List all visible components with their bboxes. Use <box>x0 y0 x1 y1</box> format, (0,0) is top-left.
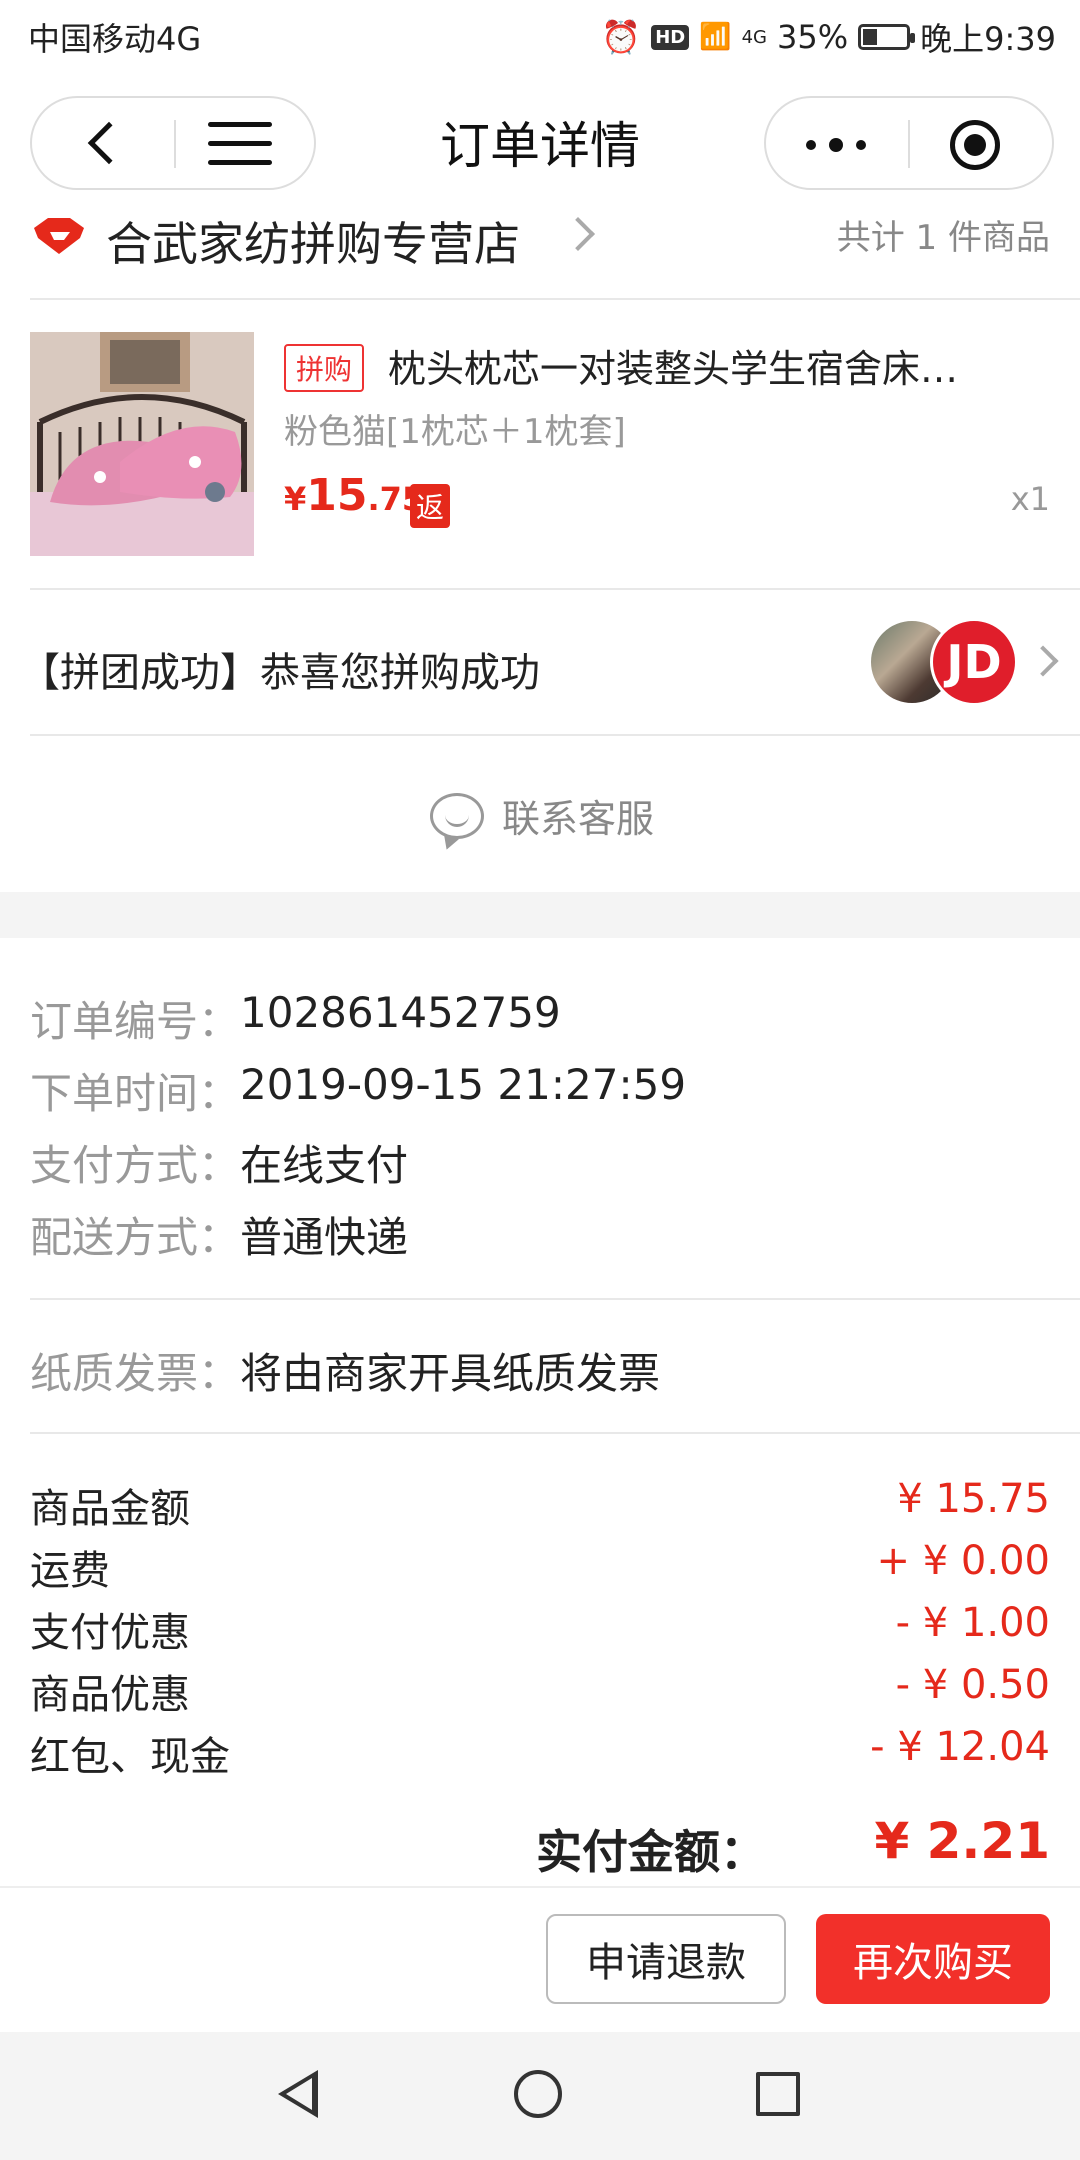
chevron-right-icon[interactable] <box>561 217 595 251</box>
page-title: 订单详情 <box>440 117 640 175</box>
delivery-method-value: 普通快递 <box>240 1213 409 1262</box>
divider <box>30 1432 1080 1434</box>
network-label: 4G <box>741 26 767 48</box>
avatar[interactable]: JD <box>930 618 1018 706</box>
price-integer: 15 <box>306 470 368 521</box>
divider <box>30 588 1080 590</box>
product-discount-value: - ¥ 0.50 <box>895 1662 1050 1708</box>
group-status-text: 【拼团成功】恭喜您拼购成功 <box>20 650 540 696</box>
close-miniapp-icon[interactable] <box>950 120 1000 170</box>
order-time-value: 2019-09-15 21:27:59 <box>240 1060 687 1109</box>
item-count: 共计 1 件商品 <box>836 218 1050 258</box>
payment-method-value: 在线支付 <box>240 1141 409 1190</box>
goods-amount-label: 商品金额 <box>30 1486 190 1532</box>
product-discount-label: 商品优惠 <box>30 1672 190 1718</box>
goods-amount-value: ¥ 15.75 <box>897 1476 1050 1522</box>
system-back-icon-inner <box>286 2078 312 2110</box>
payment-discount-value: - ¥ 1.00 <box>895 1600 1050 1646</box>
product-title[interactable]: 枕头枕芯一对装整头学生宿舍床… <box>388 338 1018 393</box>
contact-service-label: 联系客服 <box>502 797 655 841</box>
contact-service-button[interactable]: 联系客服 <box>430 788 654 843</box>
redpacket-cash-label: 红包、现金 <box>30 1734 230 1780</box>
total-paid-label: 实付金额： <box>536 1825 766 1879</box>
store-name[interactable]: 合武家纺拼购专营店 <box>106 208 520 274</box>
wifi-icon: 📶 <box>699 22 732 52</box>
product-quantity: x1 <box>1010 480 1050 518</box>
order-number-value: 102861452759 <box>240 988 561 1037</box>
product-price: ¥15.75 <box>284 470 424 521</box>
store-logo-icon <box>34 218 84 254</box>
nav-capsule-right <box>764 96 1054 190</box>
chat-icon <box>430 792 484 839</box>
rebate-tag: 返 <box>410 484 451 528</box>
back-icon[interactable] <box>87 121 131 165</box>
rebuy-button[interactable]: 再次购买 <box>816 1914 1050 2004</box>
system-home-icon[interactable] <box>514 2070 562 2118</box>
product-spec: 粉色猫[1枕芯＋1枕套] <box>284 412 626 452</box>
divider <box>30 298 1080 300</box>
menu-icon[interactable] <box>208 122 272 166</box>
group-buy-tag: 拼购 <box>284 344 365 392</box>
capsule-divider <box>174 120 176 168</box>
nav-capsule-left <box>30 96 316 190</box>
order-number-label: 订单编号： <box>30 997 241 1046</box>
product-image[interactable] <box>30 332 254 556</box>
clock: 晚上9:39 <box>920 20 1056 58</box>
alarm-icon: ⏰ <box>601 18 642 56</box>
payment-method-label: 支付方式： <box>30 1141 241 1190</box>
section-separator <box>0 892 1080 938</box>
chevron-right-icon[interactable] <box>1027 645 1059 677</box>
shipping-label: 运费 <box>30 1548 110 1594</box>
capsule-divider <box>908 120 910 168</box>
battery-percent: 35% <box>777 18 849 56</box>
divider <box>30 1298 1080 1300</box>
status-icons: ⏰ HD 📶 4G 35% 晚上9:39 <box>601 14 1056 60</box>
status-bar: 中国移动4G ⏰ HD 📶 4G 35% 晚上9:39 <box>0 0 1080 76</box>
carrier-label: 中国移动4G <box>28 20 202 58</box>
invoice-label: 纸质发票： <box>30 1349 241 1398</box>
redpacket-cash-value: - ¥ 12.04 <box>870 1724 1050 1770</box>
shipping-value: + ¥ 0.00 <box>876 1538 1050 1584</box>
battery-icon <box>858 24 916 50</box>
divider <box>30 734 1080 736</box>
more-icon[interactable] <box>806 138 866 152</box>
hd-icon: HD <box>651 24 690 50</box>
invoice-value: 将由商家开具纸质发票 <box>240 1349 661 1398</box>
payment-discount-label: 支付优惠 <box>30 1610 190 1656</box>
price-currency: ¥ <box>284 480 307 518</box>
order-time-label: 下单时间： <box>30 1069 241 1118</box>
refund-button[interactable]: 申请退款 <box>546 1914 786 2004</box>
total-paid-value: ¥ 2.21 <box>874 1812 1050 1870</box>
delivery-method-label: 配送方式： <box>30 1213 241 1262</box>
system-recent-apps-icon[interactable] <box>756 2072 800 2116</box>
